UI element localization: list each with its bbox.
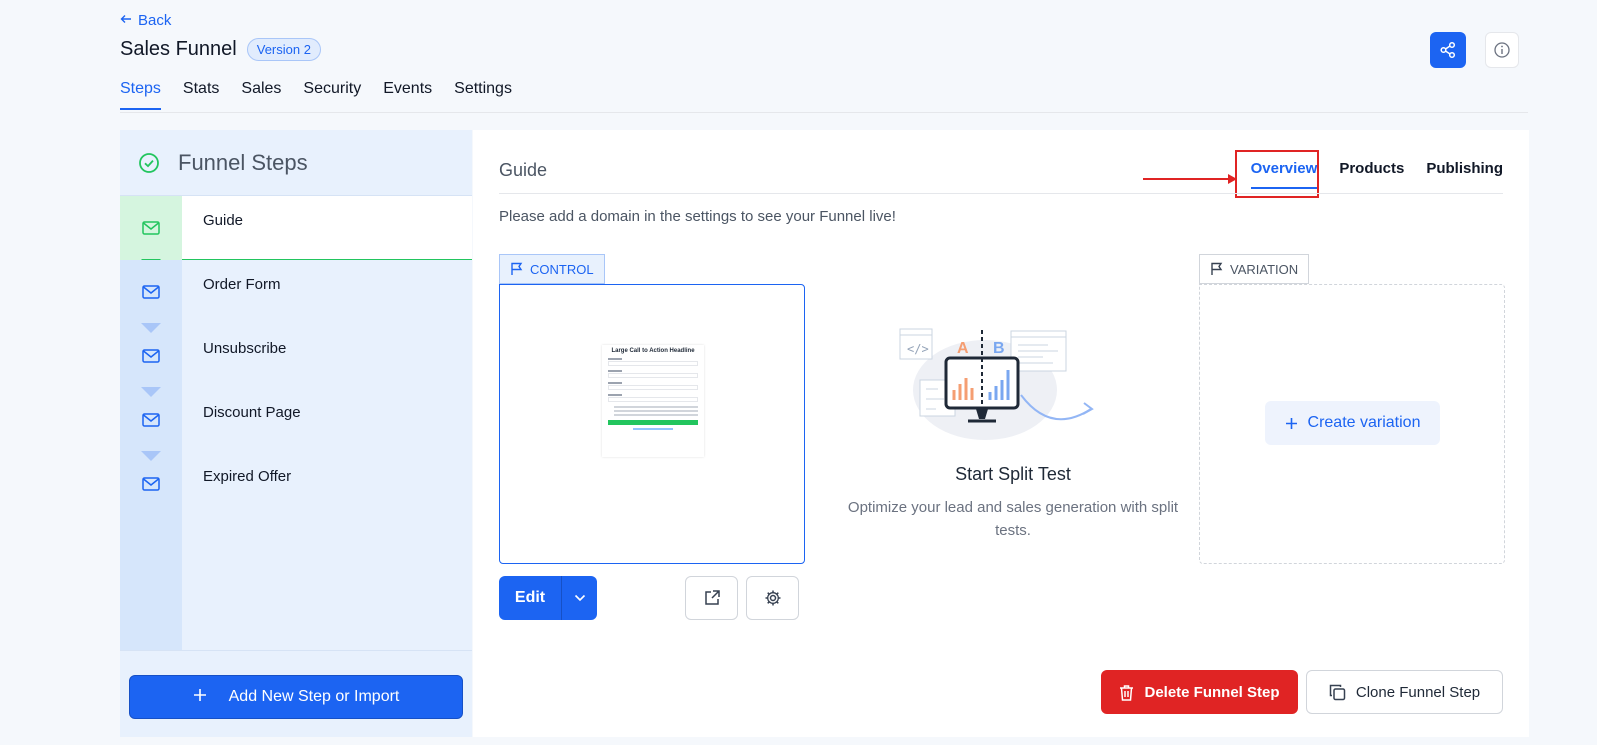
page-thumbnail: Large Call to Action Headline xyxy=(602,345,704,457)
tab-products[interactable]: Products xyxy=(1339,156,1404,189)
step-label: Discount Page xyxy=(203,404,301,421)
external-link-icon xyxy=(704,590,720,605)
sidebar-step-discount-page[interactable]: Discount Page xyxy=(120,387,472,452)
add-step-label: Add New Step or Import xyxy=(228,688,400,705)
step-title: Guide xyxy=(499,160,548,180)
illustration-label-a: A xyxy=(957,340,969,357)
mail-icon xyxy=(142,413,160,427)
svg-text:</>: </> xyxy=(907,342,929,356)
info-button[interactable] xyxy=(1485,32,1519,68)
step-tabs-divider xyxy=(499,193,1503,194)
edit-button[interactable]: Edit xyxy=(499,576,562,620)
tab-stats[interactable]: Stats xyxy=(183,80,219,110)
step-label: Guide xyxy=(203,212,244,229)
step-label: Expired Offer xyxy=(203,468,292,485)
tabs-divider xyxy=(120,112,1528,113)
split-test-description: Optimize your lead and sales generation … xyxy=(847,499,1179,539)
annotation-highlight-box xyxy=(1235,150,1319,198)
edit-button-group: Edit xyxy=(499,576,597,620)
open-external-button[interactable] xyxy=(685,576,738,620)
delete-label: Delete Funnel Step xyxy=(1144,683,1280,701)
mail-icon xyxy=(142,285,160,299)
edit-dropdown-button[interactable] xyxy=(562,576,597,620)
info-icon xyxy=(1494,42,1510,58)
create-variation-button[interactable]: Create variation xyxy=(1265,401,1440,445)
variation-tag: VARIATION xyxy=(1199,254,1310,284)
preview-headline: Large Call to Action Headline xyxy=(611,348,695,354)
mail-icon xyxy=(142,221,160,235)
annotation-arrow xyxy=(1143,174,1237,184)
funnel-steps-sidebar: Funnel Steps Guide Order Form Unsubscrib… xyxy=(120,130,472,737)
sidebar-step-order-form[interactable]: Order Form xyxy=(120,260,472,324)
check-circle-icon xyxy=(139,152,159,173)
control-label: CONTROL xyxy=(530,261,594,277)
sidebar-step-expired-offer[interactable]: Expired Offer xyxy=(120,451,472,516)
variation-placeholder: Create variation xyxy=(1199,284,1505,564)
copy-icon xyxy=(1329,684,1346,700)
sidebar-step-unsubscribe[interactable]: Unsubscribe xyxy=(120,323,472,388)
arrow-left-icon xyxy=(120,12,132,29)
clone-funnel-step-button[interactable]: Clone Funnel Step xyxy=(1306,670,1503,714)
create-variation-label: Create variation xyxy=(1307,414,1421,431)
plus-icon xyxy=(193,688,207,707)
share-icon xyxy=(1440,41,1456,59)
share-button[interactable] xyxy=(1430,32,1466,68)
tab-publishing[interactable]: Publishing xyxy=(1426,156,1503,189)
chevron-down-icon xyxy=(574,594,585,602)
sidebar-header: Funnel Steps xyxy=(120,130,472,196)
step-settings-button[interactable] xyxy=(746,576,799,620)
back-label: Back xyxy=(138,12,172,29)
mail-icon xyxy=(142,477,160,491)
domain-notice: Please add a domain in the settings to s… xyxy=(499,208,896,225)
split-test-illustration: </> A B xyxy=(899,328,1094,440)
tab-settings[interactable]: Settings xyxy=(454,80,512,110)
delete-funnel-step-button[interactable]: Delete Funnel Step xyxy=(1101,670,1298,714)
sidebar-title: Funnel Steps xyxy=(178,149,308,175)
sidebar-step-guide[interactable]: Guide xyxy=(120,196,472,269)
page-title-row: Sales Funnel Version 2 xyxy=(120,38,321,61)
step-label: Order Form xyxy=(203,276,281,293)
funnel-tabs: Steps Stats Sales Security Events Settin… xyxy=(120,80,512,110)
control-preview[interactable]: Large Call to Action Headline xyxy=(499,284,805,564)
plus-icon xyxy=(1285,417,1297,429)
trash-icon xyxy=(1120,684,1134,701)
step-label: Unsubscribe xyxy=(203,340,287,357)
add-new-step-button[interactable]: Add New Step or Import xyxy=(129,675,463,719)
step-detail-panel: Guide Overview Products Publishing Pleas… xyxy=(473,130,1529,737)
variation-label: VARIATION xyxy=(1230,261,1299,277)
version-badge: Version 2 xyxy=(246,38,321,61)
page-title: Sales Funnel xyxy=(120,38,237,60)
tab-events[interactable]: Events xyxy=(383,80,432,110)
split-test-title: Start Split Test xyxy=(955,464,1071,484)
tab-sales[interactable]: Sales xyxy=(241,80,281,110)
mail-icon xyxy=(142,349,160,363)
back-link[interactable]: Back xyxy=(120,12,171,29)
clone-label: Clone Funnel Step xyxy=(1355,683,1481,701)
tab-steps[interactable]: Steps xyxy=(120,80,161,110)
tab-security[interactable]: Security xyxy=(303,80,361,110)
flag-icon xyxy=(1211,262,1223,275)
illustration-label-b: B xyxy=(993,340,1005,357)
flag-icon xyxy=(511,262,523,275)
gear-icon xyxy=(765,590,780,606)
control-tag: CONTROL xyxy=(499,254,605,284)
